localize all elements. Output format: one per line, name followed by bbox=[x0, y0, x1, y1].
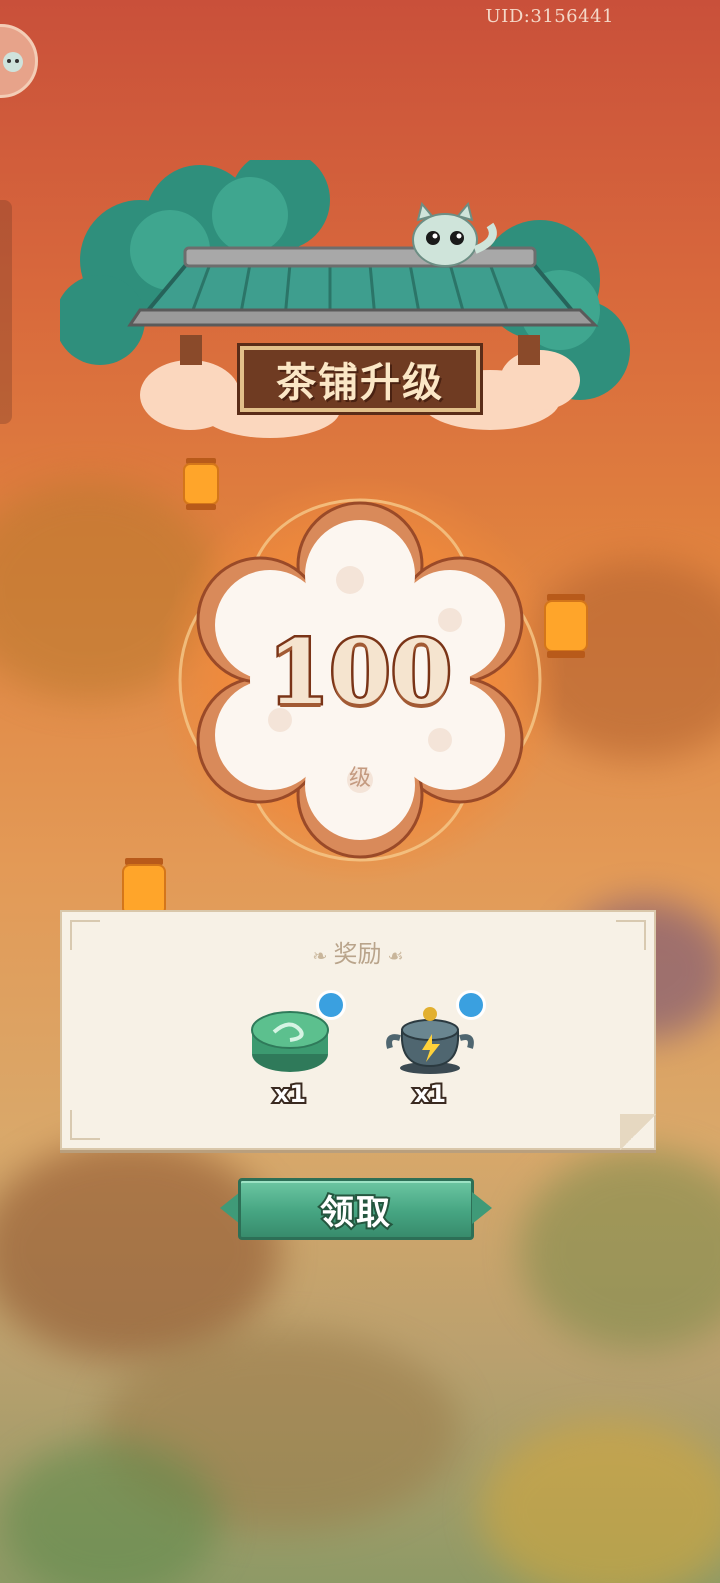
ornament-left-icon: ❧ bbox=[312, 946, 328, 967]
title-plate: 茶铺升级 bbox=[240, 346, 480, 412]
lantern-icon bbox=[544, 594, 588, 658]
reward-panel: ❧ 奖励 ☙ x1 x1 bbox=[60, 910, 656, 1150]
user-id-label: UID:3156441 bbox=[485, 6, 614, 27]
page-fold-corner bbox=[620, 1114, 656, 1150]
level-unit-label: 级 bbox=[348, 766, 371, 791]
reward-quantity: x1 bbox=[412, 1078, 448, 1110]
lantern-icon bbox=[183, 458, 219, 510]
reward-item-teapot[interactable]: x1 bbox=[380, 990, 486, 1110]
reward-quantity: x1 bbox=[272, 1078, 308, 1110]
button-wing-left-icon bbox=[220, 1192, 240, 1224]
zoom-icon[interactable] bbox=[456, 990, 486, 1020]
reward-title-label: 奖励 bbox=[333, 940, 382, 968]
button-wing-right-icon bbox=[472, 1192, 492, 1224]
cat-avatar-icon bbox=[3, 52, 23, 72]
reward-heading: ❧ 奖励 ☙ bbox=[62, 934, 654, 969]
level-badge: 100 级 bbox=[150, 470, 570, 890]
zoom-icon[interactable] bbox=[316, 990, 346, 1020]
page-title: 茶铺升级 bbox=[276, 359, 444, 406]
title-banner: 茶铺升级 bbox=[60, 160, 660, 450]
claim-button[interactable]: 领取 bbox=[238, 1178, 474, 1240]
panel-corner-ornament bbox=[70, 1110, 100, 1140]
reward-item-tin[interactable]: x1 bbox=[240, 990, 346, 1110]
ornament-right-icon: ☙ bbox=[387, 946, 404, 967]
side-drawer-handle[interactable] bbox=[0, 200, 12, 424]
claim-button-label: 领取 bbox=[318, 1191, 392, 1235]
level-number: 100 bbox=[266, 618, 455, 727]
